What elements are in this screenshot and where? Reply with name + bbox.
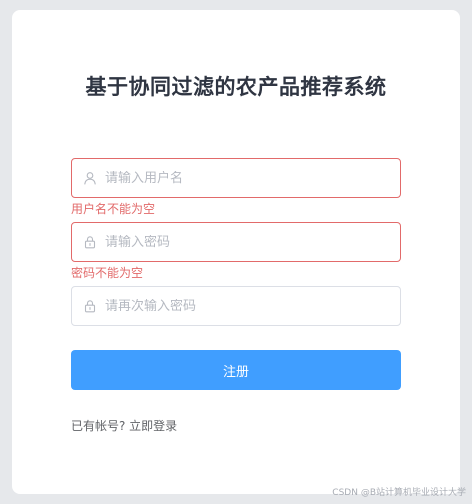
user-icon bbox=[83, 171, 97, 185]
lock-icon bbox=[83, 299, 97, 313]
confirm-password-field[interactable] bbox=[71, 286, 401, 326]
register-card: 基于协同过滤的农产品推荐系统 用户名不能为空 密码不能为空 bbox=[12, 10, 460, 494]
username-field[interactable] bbox=[71, 158, 401, 198]
confirm-password-input[interactable] bbox=[105, 298, 395, 314]
watermark: CSDN @B站计算机毕业设计大学 bbox=[332, 488, 466, 498]
username-input[interactable] bbox=[105, 170, 395, 186]
lock-icon bbox=[83, 235, 97, 249]
username-error: 用户名不能为空 bbox=[71, 202, 156, 216]
register-button[interactable]: 注册 bbox=[71, 350, 401, 390]
login-link[interactable]: 已有帐号? 立即登录 bbox=[71, 419, 177, 433]
page-title: 基于协同过滤的农产品推荐系统 bbox=[85, 75, 387, 99]
password-field[interactable] bbox=[71, 222, 401, 262]
password-input[interactable] bbox=[105, 234, 395, 250]
password-error: 密码不能为空 bbox=[71, 266, 144, 280]
